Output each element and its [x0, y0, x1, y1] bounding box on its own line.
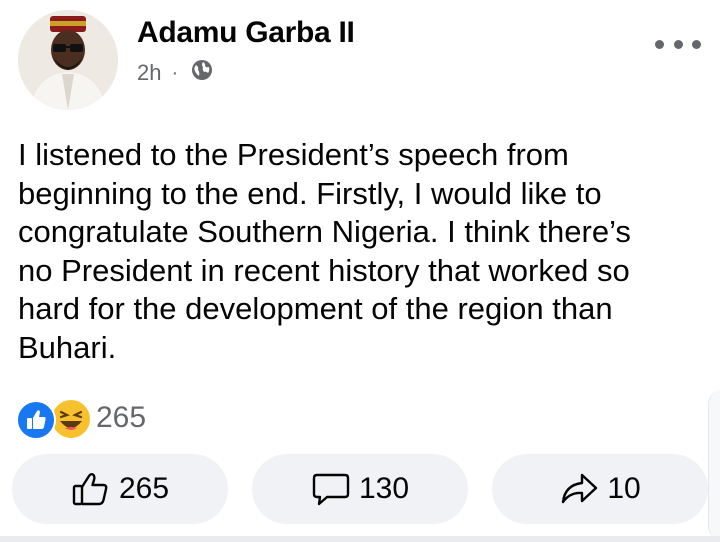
post-text: I listened to the President’s speech fro…	[18, 137, 631, 365]
like-button[interactable]: 265	[12, 454, 228, 524]
action-bar: 265 130 10	[12, 454, 712, 524]
meta-separator: ·	[171, 61, 179, 84]
author-name[interactable]: Adamu Garba II	[137, 16, 355, 50]
more-options-icon[interactable]	[655, 38, 701, 50]
haha-reaction-icon	[50, 398, 92, 440]
post-time[interactable]: 2h	[137, 60, 161, 86]
comment-button[interactable]: 130	[252, 454, 468, 524]
share-count: 10	[607, 472, 641, 505]
reaction-summary[interactable]: 265	[16, 398, 147, 440]
share-button[interactable]: 10	[492, 454, 708, 524]
share-icon	[562, 473, 598, 504]
reaction-count: 265	[96, 401, 147, 434]
reaction-icons	[16, 398, 92, 440]
facebook-post: Adamu Garba II 2h · I listened to the Pr…	[0, 0, 720, 542]
author-avatar[interactable]	[18, 10, 118, 110]
thumbs-up-icon	[72, 473, 108, 506]
post-meta: 2h ·	[137, 58, 214, 88]
globe-icon	[190, 58, 214, 88]
avatar-image	[18, 10, 118, 110]
adjacent-card-edge	[708, 390, 720, 540]
like-count: 265	[118, 472, 170, 505]
comment-icon	[312, 473, 350, 506]
comment-count: 130	[358, 472, 410, 505]
post-divider	[0, 536, 720, 542]
like-reaction-icon	[16, 400, 56, 440]
